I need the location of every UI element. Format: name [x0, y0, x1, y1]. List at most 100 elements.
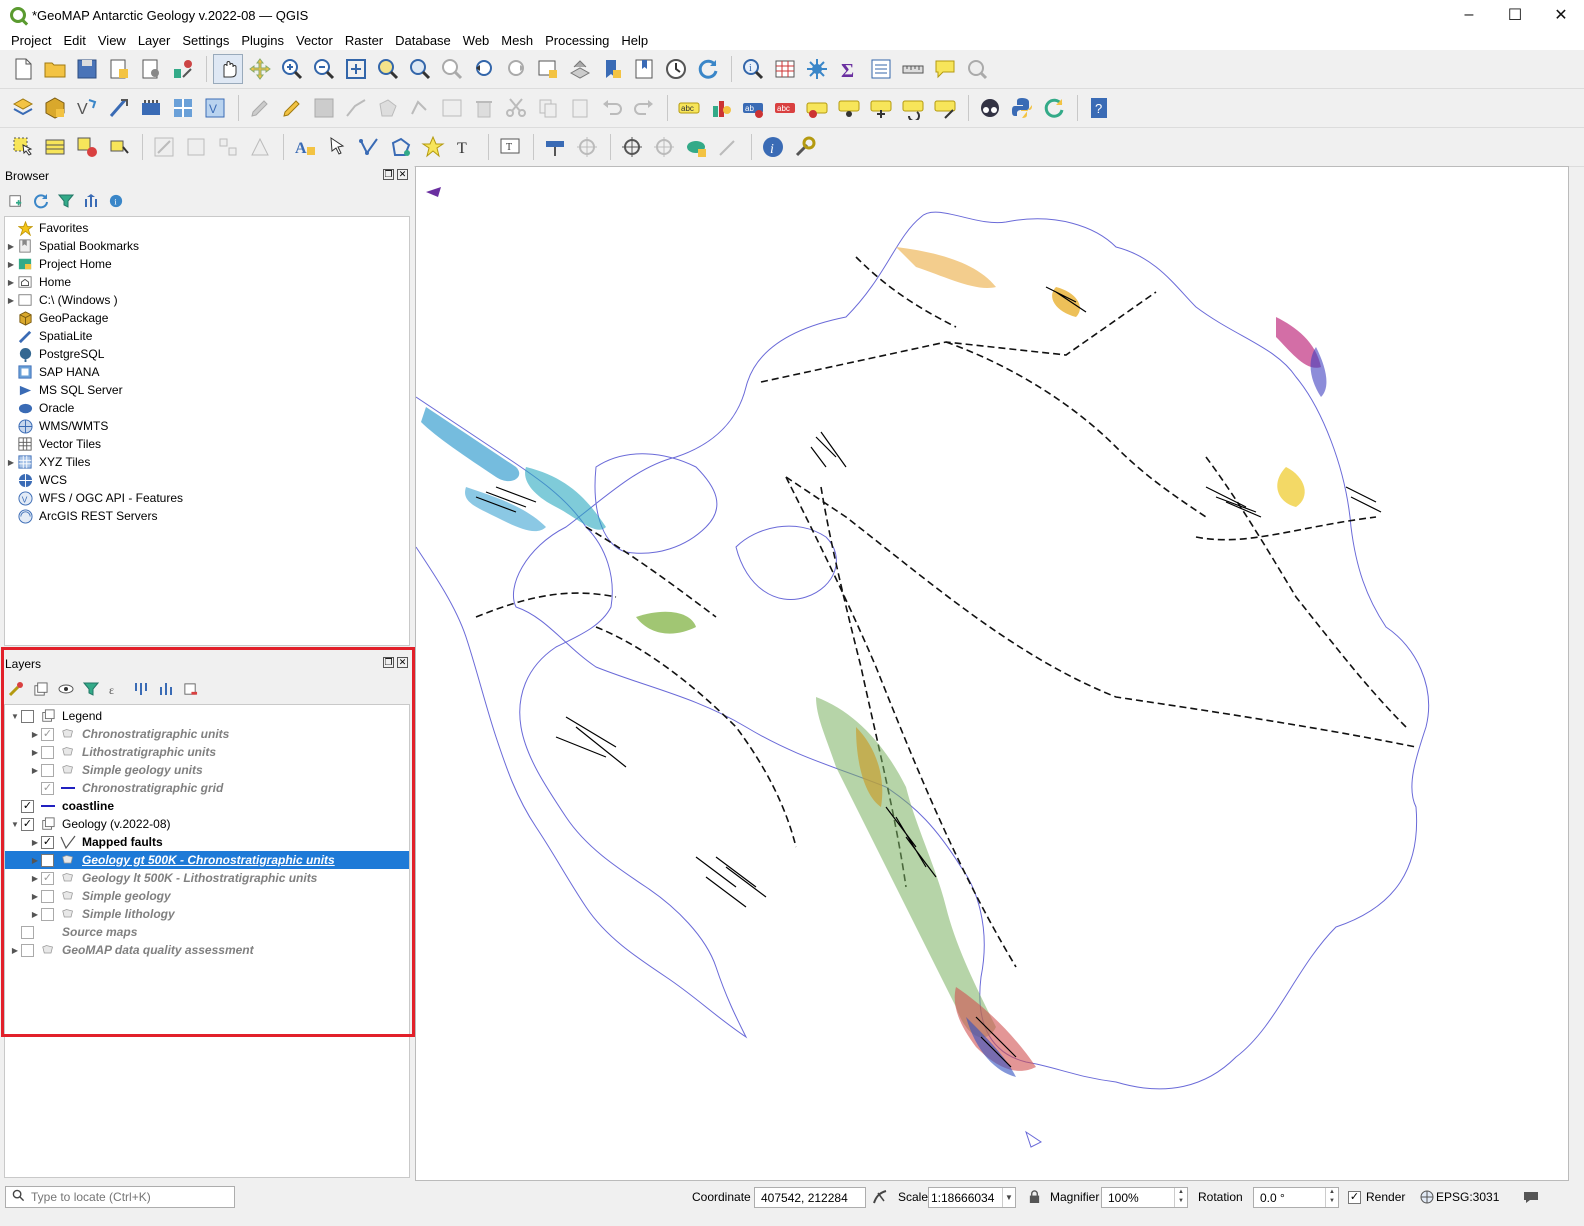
expand-arrow-icon[interactable]: ▼ [9, 712, 21, 721]
magnifier-field[interactable]: 100% ▲ ▼ [1101, 1187, 1188, 1208]
locate-button[interactable] [962, 54, 992, 84]
layer-row[interactable]: Source maps [5, 923, 409, 941]
menu-settings[interactable]: Settings [176, 33, 235, 48]
add-spatialite-layer-button[interactable] [104, 93, 134, 123]
menu-web[interactable]: Web [457, 33, 496, 48]
close-panel-button[interactable]: ✕ [397, 169, 408, 180]
remove-layer-icon[interactable] [181, 680, 200, 699]
undo-button[interactable] [597, 93, 627, 123]
browser-item-geopackage[interactable]: GeoPackage [5, 309, 409, 327]
cut-features-button[interactable] [501, 93, 531, 123]
temporal-controller-button[interactable] [661, 54, 691, 84]
pin-labels-button[interactable] [802, 93, 832, 123]
properties-info-icon[interactable]: i [106, 192, 125, 211]
layer-row[interactable]: ▼ Legend [5, 707, 409, 725]
menu-project[interactable]: Project [5, 33, 57, 48]
label-toolbar-button[interactable]: abc [674, 93, 704, 123]
expand-arrow-icon[interactable]: ▶ [29, 856, 41, 865]
select-features-button[interactable] [8, 132, 38, 162]
layer-row[interactable]: ▶ Simple lithology [5, 905, 409, 923]
rotate-feature-button[interactable] [181, 132, 211, 162]
toggle-display-labels-button[interactable]: abc [770, 93, 800, 123]
gps-disabled-button[interactable] [713, 132, 743, 162]
open-layer-styling-icon[interactable] [6, 680, 25, 699]
select-by-value-button[interactable] [40, 132, 70, 162]
expand-arrow-icon[interactable]: ▼ [9, 820, 21, 829]
menu-view[interactable]: View [92, 33, 132, 48]
info-button[interactable]: i [758, 132, 788, 162]
float-panel-button[interactable]: ❐ [383, 657, 394, 668]
text-annotation-frame-button[interactable]: T [495, 132, 525, 162]
redo-button[interactable] [629, 93, 659, 123]
render-checkbox[interactable]: ✓ [1348, 1191, 1361, 1204]
browser-item-favorites[interactable]: Favorites [5, 219, 409, 237]
new-geopackage-layer-button[interactable] [40, 93, 70, 123]
toggle-extents-icon[interactable] [872, 1189, 888, 1208]
expand-arrow-icon[interactable]: ▶ [29, 910, 41, 919]
browser-item-wfs[interactable]: V WFS / OGC API - Features [5, 489, 409, 507]
map-canvas[interactable] [415, 166, 1569, 1181]
identify-features-button[interactable]: i [738, 54, 768, 84]
open-field-calculator-button[interactable] [866, 54, 896, 84]
style-manager-button[interactable] [168, 54, 198, 84]
new-print-layout-button[interactable] [104, 54, 134, 84]
layer-row[interactable]: ▶ ✓ Geology lt 500K - Lithostratigraphic u… [5, 869, 409, 887]
browser-item-sap-hana[interactable]: SAP HANA [5, 363, 409, 381]
menu-help[interactable]: Help [615, 33, 654, 48]
browser-item-arcgis-rest[interactable]: ArcGIS REST Servers [5, 507, 409, 525]
layer-row[interactable]: ▶ Simple geology units [5, 761, 409, 779]
zoom-in-button[interactable] [277, 54, 307, 84]
layer-row[interactable]: ▶ GeoMAP data quality assessment [5, 941, 409, 959]
add-selected-layers-icon[interactable] [6, 192, 25, 211]
menu-mesh[interactable]: Mesh [495, 33, 539, 48]
layer-visibility-checkbox[interactable]: ✓ [21, 817, 34, 831]
toggle-editing-button[interactable] [277, 93, 307, 123]
new-3d-view-button[interactable] [565, 54, 595, 84]
expand-arrow-icon[interactable]: ▶ [29, 748, 41, 757]
show-bookmarks-button[interactable] [629, 54, 659, 84]
layer-visibility-checkbox[interactable]: ✓ [41, 853, 54, 867]
expand-arrow-icon[interactable]: ▶ [29, 892, 41, 901]
add-gps-track-button[interactable] [681, 132, 711, 162]
coordinate-field[interactable]: 407542, 212284 [754, 1187, 866, 1208]
scale-field[interactable]: 1:18666034 ▼ [928, 1187, 1016, 1208]
current-edits-button[interactable] [245, 93, 275, 123]
browser-item-wms-wmts[interactable]: WMS/WMTS [5, 417, 409, 435]
help-contents-button[interactable]: ? [1084, 93, 1114, 123]
rotation-field[interactable]: 0.0 ° ▲ ▼ [1253, 1187, 1339, 1208]
select-by-location-button[interactable] [104, 132, 134, 162]
menu-raster[interactable]: Raster [339, 33, 389, 48]
layer-row[interactable]: ✓ Chronostratigraphic grid [5, 779, 409, 797]
rotation-spinner[interactable]: ▲ ▼ [1325, 1188, 1338, 1207]
create-polygon-annotation-button[interactable] [386, 132, 416, 162]
layer-visibility-checkbox[interactable]: ✓ [41, 871, 54, 885]
refresh-button[interactable] [693, 54, 723, 84]
crs-button[interactable]: EPSG:3031 [1436, 1190, 1499, 1204]
layer-visibility-checkbox[interactable]: ✓ [21, 799, 34, 813]
maximize-button[interactable]: ☐ [1492, 0, 1538, 30]
expand-arrow-icon[interactable]: ▶ [29, 874, 41, 883]
save-layer-edits-button[interactable] [309, 93, 339, 123]
pan-map-button[interactable] [213, 54, 243, 84]
menu-database[interactable]: Database [389, 33, 457, 48]
minimize-button[interactable]: – [1446, 0, 1492, 30]
modify-annotation-button[interactable] [322, 132, 352, 162]
close-panel-button[interactable]: ✕ [397, 657, 408, 668]
geomap-plugin-button[interactable] [975, 93, 1005, 123]
text-annotation-button[interactable]: A [290, 132, 320, 162]
settings-wrench-button[interactable] [790, 132, 820, 162]
menu-edit[interactable]: Edit [57, 33, 91, 48]
zoom-to-layer-button[interactable] [405, 54, 435, 84]
expand-all-icon[interactable] [131, 680, 150, 699]
layer-row[interactable]: ▶ Simple geology [5, 887, 409, 905]
vertex-tool-button[interactable] [405, 93, 435, 123]
layer-visibility-checkbox[interactable]: ✓ [41, 727, 54, 741]
menu-layer[interactable]: Layer [132, 33, 177, 48]
browser-item-xyz-tiles[interactable]: ▶ XYZ Tiles [5, 453, 409, 471]
layer-visibility-checkbox[interactable] [21, 943, 34, 957]
layer-row[interactable]: ▼ ✓ Geology (v.2022-08) [5, 815, 409, 833]
magnifier-spinner[interactable]: ▲ ▼ [1174, 1188, 1187, 1207]
move-label-button[interactable] [866, 93, 896, 123]
new-bookmark-button[interactable] [597, 54, 627, 84]
expand-arrow-icon[interactable]: ▶ [29, 730, 41, 739]
